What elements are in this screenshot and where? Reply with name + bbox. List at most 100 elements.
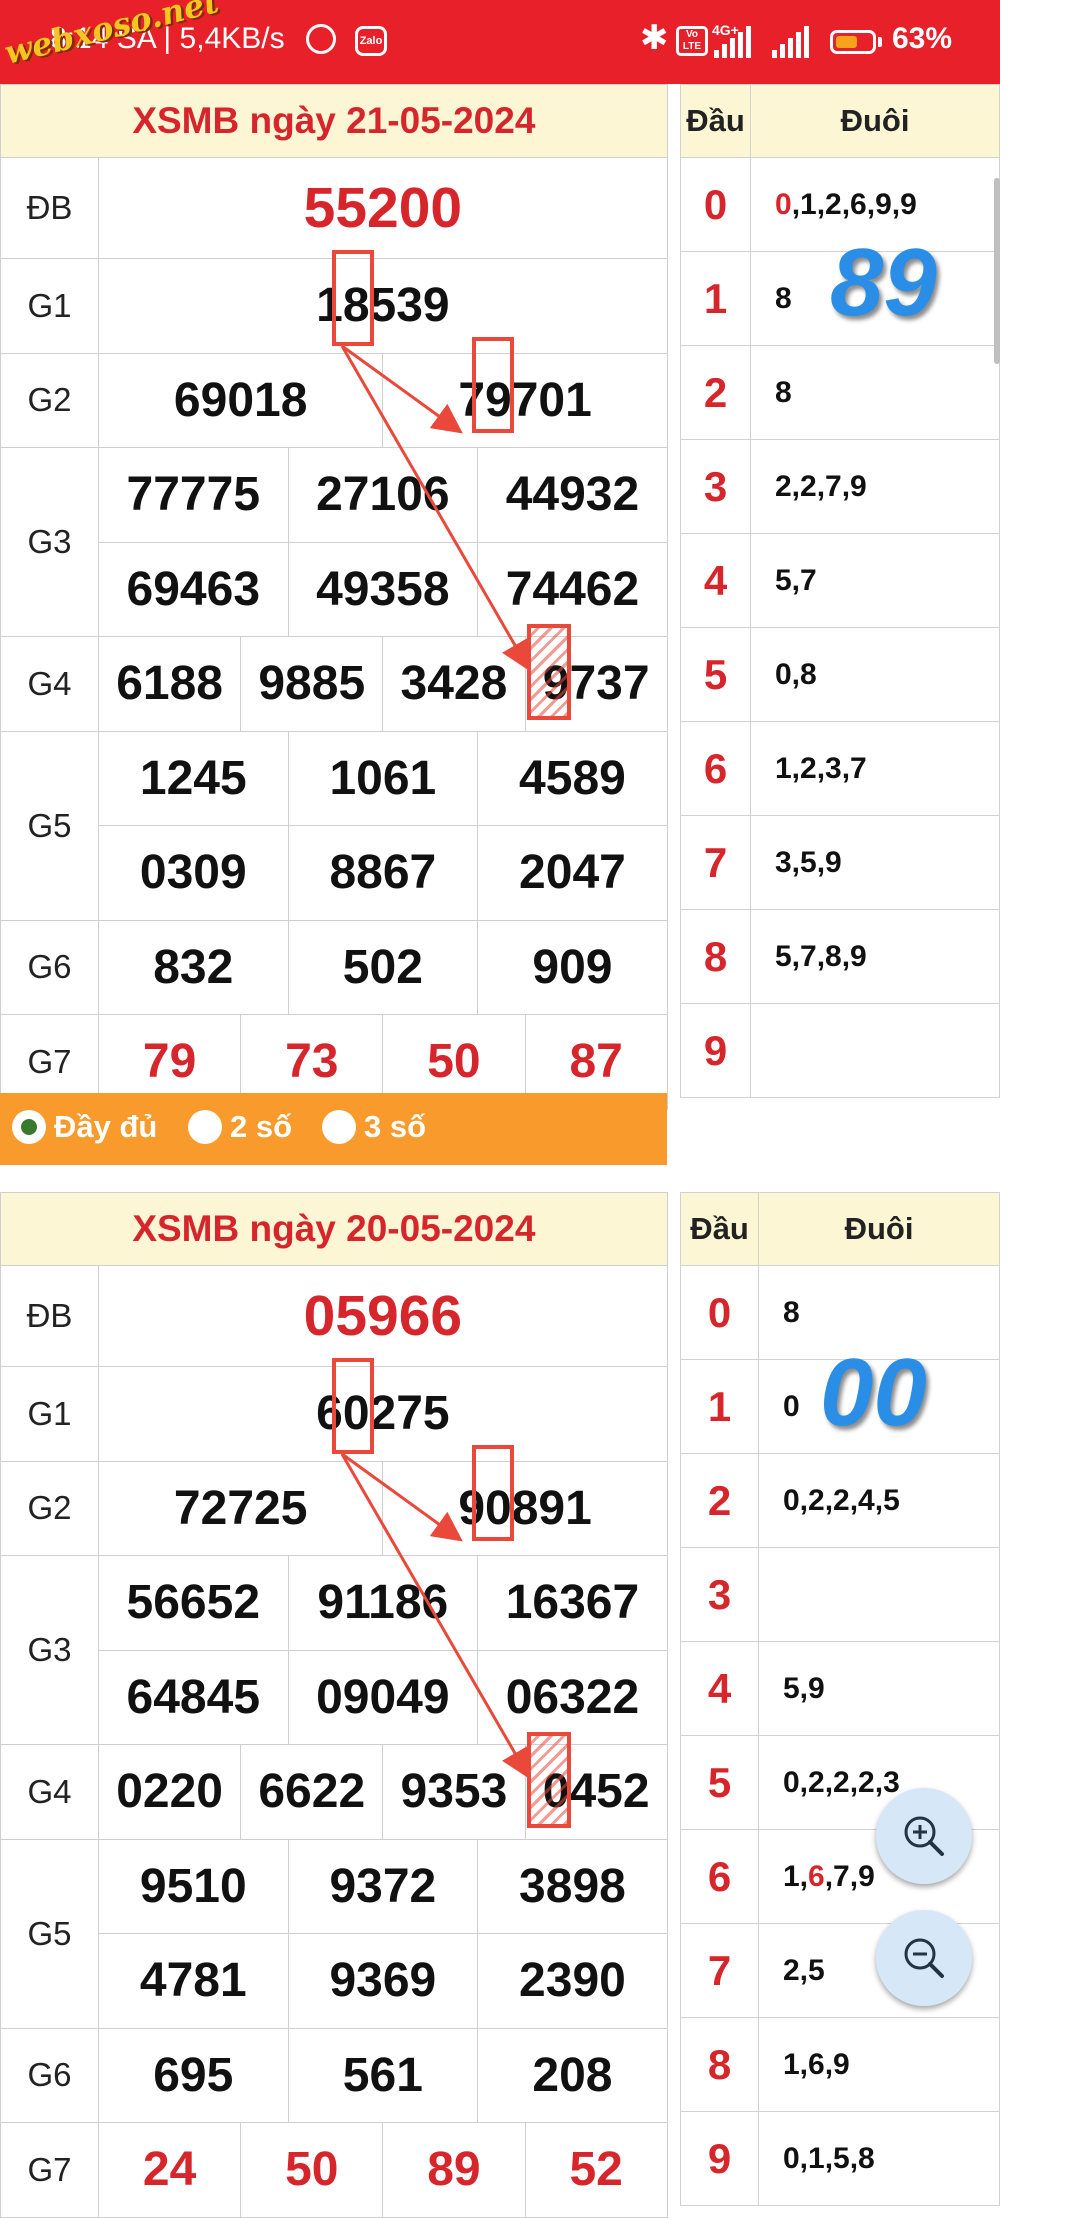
dau-cell: 5 xyxy=(680,1735,759,1830)
duoi-cell: 1,6,9 xyxy=(758,2017,1000,2112)
duoi-cell: 0,1,5,8 xyxy=(758,2111,1000,2206)
results-title: XSMB ngày 21-05-2024 xyxy=(0,84,668,158)
dau-cell: 3 xyxy=(680,439,751,534)
prize-g5: 9369 xyxy=(287,1933,479,2029)
duoi-values: 0,2,2,4,5 xyxy=(783,1483,900,1517)
prize-g4-value: 3428 xyxy=(400,657,508,711)
prize-g7: 89 xyxy=(382,2122,526,2218)
duoi-cell: 0,8 xyxy=(750,627,1000,722)
option-two-digits[interactable]: 2 số xyxy=(188,1109,292,1145)
prize-g5: 1061 xyxy=(287,730,479,826)
option-full[interactable]: Đầy đủ xyxy=(12,1109,157,1145)
radio-icon[interactable] xyxy=(322,1110,356,1144)
prize-g7-value: 89 xyxy=(427,2143,481,2197)
prize-g3-value: 16367 xyxy=(505,1576,640,1630)
prize-g3-value: 69463 xyxy=(126,562,261,616)
option-three-digits[interactable]: 3 số xyxy=(322,1109,426,1145)
prize-g3: 49358 xyxy=(287,541,479,637)
prize-g4: 9353 xyxy=(382,1744,526,1840)
radio-selected-icon[interactable] xyxy=(12,1110,46,1144)
prize-g2: 72725 xyxy=(97,1460,384,1556)
prize-g3-value: 06322 xyxy=(505,1670,640,1724)
prize-g5: 8867 xyxy=(287,825,479,921)
prize-g7-value: 50 xyxy=(285,2143,339,2197)
prize-g4-value: 9885 xyxy=(258,657,366,711)
prize-g5-value: 0309 xyxy=(139,846,247,900)
duoi-cell: 8 xyxy=(750,345,1000,440)
prize-g3: 44932 xyxy=(477,447,668,543)
duoi-values: 3,5,9 xyxy=(775,845,842,879)
prize-g5-value: 1061 xyxy=(329,751,437,805)
prize-g5-value: 4589 xyxy=(519,751,626,805)
annotation-number-0: 89 xyxy=(830,229,937,336)
prize-g3-value: 56652 xyxy=(126,1576,261,1630)
prize-g5: 2390 xyxy=(477,1933,668,2029)
prize-g7: 50 xyxy=(240,2122,384,2218)
prize-g5-value: 9372 xyxy=(329,1859,437,1913)
results-table: XSMB ngày 20-05-2024 ĐB 05966 G1 60275 G… xyxy=(0,1192,668,2218)
scrollbar-thumb[interactable] xyxy=(994,178,1000,364)
prize-g3-value: 77775 xyxy=(126,468,261,522)
label-g6: G6 xyxy=(0,2027,99,2123)
label-g2: G2 xyxy=(0,352,99,448)
prize-g3-value: 44932 xyxy=(505,468,640,522)
label-db: ĐB xyxy=(0,1265,99,1367)
duoi-values: 2,5 xyxy=(783,1953,825,1987)
label-g3: G3 xyxy=(0,447,99,637)
duoi-highlight: 0 xyxy=(775,187,792,221)
prize-g5: 1245 xyxy=(98,730,289,826)
prize-g5: 4589 xyxy=(477,730,668,826)
prize-g6: 695 xyxy=(98,2027,289,2123)
duoi-values: ,1,2,6,9,9 xyxy=(791,187,917,221)
label-g3: G3 xyxy=(0,1555,99,1745)
duoi-values: ,7,9 xyxy=(824,1859,875,1893)
duoi-values: 5,7,8,9 xyxy=(775,939,867,973)
zoom-out-button[interactable] xyxy=(876,1910,972,2006)
alarm-icon xyxy=(306,24,336,54)
prize-g6-value: 561 xyxy=(342,2048,423,2102)
prize-g7-value: 79 xyxy=(142,1035,197,1089)
prize-g5: 2047 xyxy=(477,825,668,921)
prize-g1: 60275 xyxy=(98,1366,668,1462)
prize-g3-value: 64845 xyxy=(126,1670,261,1724)
results-table: XSMB ngày 21-05-2024 ĐB 55200 G1 18539 G… xyxy=(0,84,668,1110)
special-prize: 55200 xyxy=(98,157,668,259)
label-g1: G1 xyxy=(0,258,99,354)
display-options-bar: Đầy đủ 2 số 3 số xyxy=(0,1093,667,1165)
highlight-box-g1 xyxy=(332,1358,374,1454)
battery-tip xyxy=(878,37,882,47)
prize-g2-value: 69018 xyxy=(173,373,308,427)
zoom-in-button[interactable] xyxy=(876,1788,972,1884)
dau-cell: 8 xyxy=(680,2017,759,2112)
zoom-out-icon xyxy=(904,1938,944,1978)
prize-g7-value: 73 xyxy=(285,1035,339,1089)
duoi-cell: 1,2,3,7 xyxy=(750,721,1000,816)
prize-g4: 9885 xyxy=(240,636,384,732)
zalo-icon: Zalo xyxy=(355,26,387,56)
results-title: XSMB ngày 20-05-2024 xyxy=(0,1192,668,1266)
duoi-values: 2,2,7,9 xyxy=(775,469,867,503)
prize-g6: 832 xyxy=(98,919,289,1015)
duoi-values: 8 xyxy=(783,1295,800,1329)
prize-g3: 16367 xyxy=(477,1555,668,1651)
prize-g3: 91186 xyxy=(287,1555,479,1651)
special-prize-value: 55200 xyxy=(303,176,463,240)
status-bar: 8:14 SA | 5,4KB/s Zalo ✱ Vo LTE 4G+ 63% … xyxy=(0,0,1000,84)
prize-g4: 0220 xyxy=(97,1744,242,1840)
dau-cell: 7 xyxy=(680,1923,759,2018)
prize-g7-value: 52 xyxy=(569,2143,623,2197)
dau-cell: 2 xyxy=(680,345,751,440)
prize-g3-value: 74462 xyxy=(505,562,640,616)
radio-icon[interactable] xyxy=(188,1110,222,1144)
prize-g2: 90891 xyxy=(382,1460,668,1556)
prize-g1: 18539 xyxy=(98,258,668,354)
prize-g3-value: 09049 xyxy=(316,1670,450,1724)
dau-cell: 2 xyxy=(680,1453,759,1548)
duoi-header: Đuôi xyxy=(758,1192,1000,1266)
prize-g5: 0309 xyxy=(98,825,289,921)
special-prize: 05966 xyxy=(98,1265,668,1367)
duoi-values: 0,1,5,8 xyxy=(783,2141,875,2175)
duoi-highlight: 6 xyxy=(808,1859,825,1893)
prize-g6-value: 909 xyxy=(532,940,613,994)
highlight-box-g4 xyxy=(527,1732,571,1828)
